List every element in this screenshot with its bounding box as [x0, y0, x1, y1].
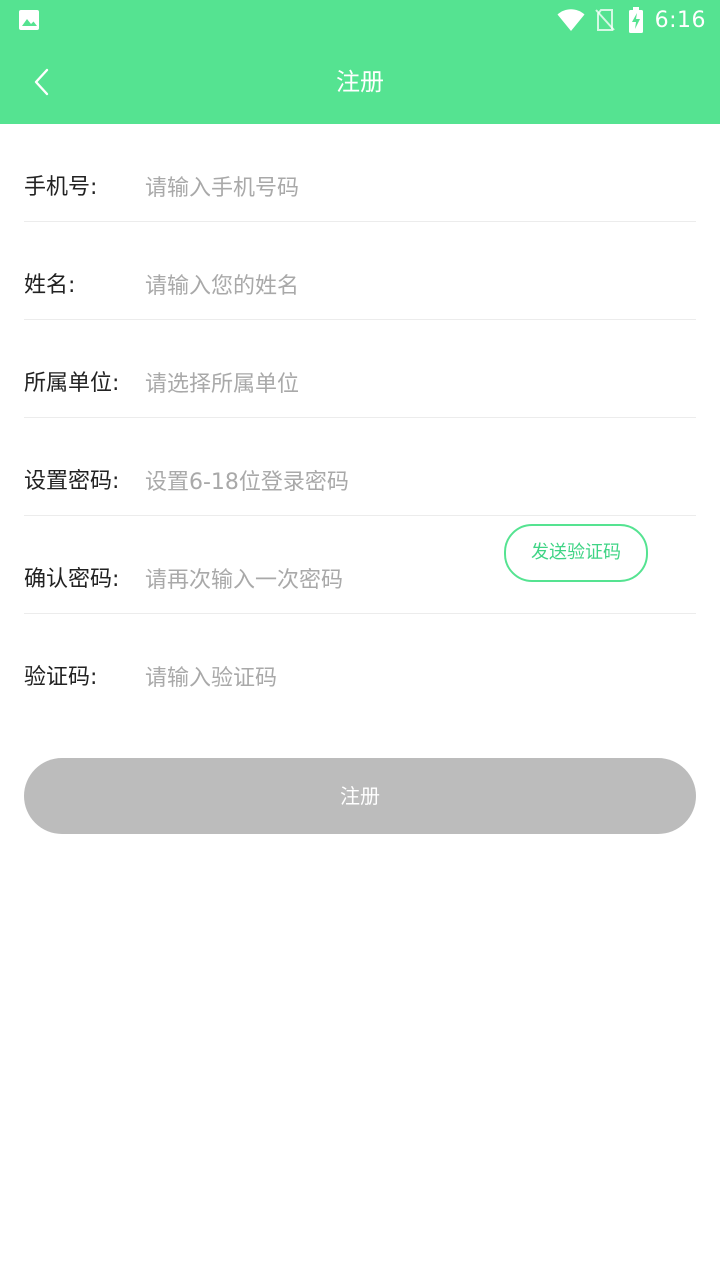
toolbar: 注册 [0, 40, 720, 124]
no-sim-icon [594, 9, 615, 31]
phone-row: 手机号: [24, 124, 696, 222]
status-icons: 6:16 [557, 0, 706, 40]
password-label: 设置密码: [24, 469, 120, 494]
unit-label: 所属单位: [24, 371, 120, 396]
battery-charging-icon [628, 7, 643, 33]
code-label: 验证码: [24, 665, 98, 690]
password-input[interactable] [145, 462, 685, 502]
status-time: 6:16 [654, 7, 706, 33]
name-label: 姓名: [24, 273, 76, 298]
register-form: 手机号: 姓名: 所属单位: 设置密码: 确认密码: 验证码: [24, 124, 696, 711]
name-input[interactable] [145, 266, 525, 306]
send-code-button[interactable]: 发送验证码 [504, 524, 648, 582]
phone-input[interactable] [145, 168, 525, 208]
wifi-icon [557, 9, 585, 31]
unit-select[interactable] [145, 364, 525, 404]
app-header: 6:16 注册 [0, 0, 720, 124]
unit-row[interactable]: 所属单位: [24, 320, 696, 418]
register-button[interactable]: 注册 [24, 758, 696, 834]
phone-label: 手机号: [24, 175, 98, 200]
code-input[interactable] [145, 658, 475, 698]
name-row: 姓名: [24, 222, 696, 320]
password-row: 设置密码: [24, 418, 696, 516]
page-title: 注册 [336, 68, 384, 96]
confirm-password-label: 确认密码: [24, 567, 120, 592]
gallery-icon [19, 10, 39, 30]
status-bar: 6:16 [0, 0, 720, 40]
code-row: 验证码: [24, 614, 696, 711]
